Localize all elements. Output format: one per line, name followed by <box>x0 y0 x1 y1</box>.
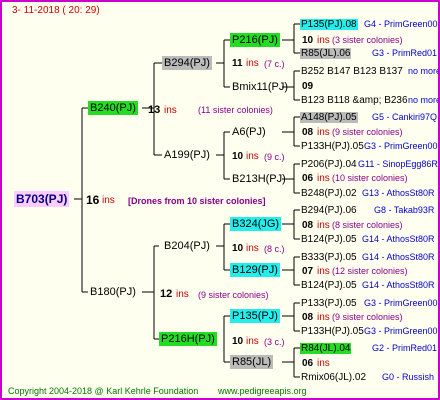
gen2-ins-label-0: ins <box>246 58 259 69</box>
gen4-bot-id-7: Rmix06(JL).02 <box>301 372 367 383</box>
gen4-top-info-7: G2 - PrimRed01 <box>372 343 438 353</box>
gen2-queen-0[interactable]: B294(PJ) <box>162 56 212 70</box>
gen1-ins-count-0: 13 <box>148 104 161 116</box>
gen4-top-id-4: B294(PJ).06 <box>301 205 357 216</box>
gen4-top-info-5: G14 - AthosSt80R <box>362 252 435 262</box>
gen4-ins-label-0: ins <box>317 35 330 46</box>
root-ins-label: ins <box>102 195 115 206</box>
gen2-note-0: (7 c.) <box>264 59 285 69</box>
gen4-ins-label-3: ins <box>317 173 330 184</box>
gen4-note-6: (9 sister colonies) <box>332 312 403 322</box>
gen4-bot-id-2: P133H(PJ).05 <box>301 141 364 152</box>
gen4-ins-count-3: 06 <box>302 173 314 184</box>
gen4-bot-info-3: G13 - AthosSt80R <box>362 188 435 198</box>
gen1-note-0: (11 sister colonies) <box>198 105 273 115</box>
date-stamp: 3- 11-2018 ( 20: 29) <box>12 5 100 16</box>
pedigree-panel: 3- 11-2018 ( 20: 29) B703(PJ) 16 ins [Dr… <box>0 0 440 400</box>
footer-site-link[interactable]: www.pedigreeapis.org <box>218 386 307 397</box>
gen4-note-0: (3 sister colonies) <box>332 35 403 45</box>
gen4-top-info-4: G8 - Takab93R <box>374 205 435 215</box>
gen4-bot-info-2: G3 - PrimGreen00 <box>364 141 438 151</box>
gen4-note-4: (8 sister colonies) <box>332 220 403 230</box>
gen4-top-id-7[interactable]: R84(JL).04 <box>300 343 352 354</box>
gen4-top-id-6: P133(PJ).05 <box>301 298 357 309</box>
gen4-bot-info-7: G0 - Russish <box>382 372 435 382</box>
gen4-ins-label-2: ins <box>317 127 330 138</box>
gen1-note-1: (9 sister colonies) <box>198 290 269 300</box>
gen3-queen-0[interactable]: P216(PJ) <box>230 33 280 47</box>
gen3-queen-6[interactable]: P135(PJ) <box>230 309 280 323</box>
gen4-bot-id-6: P133H(PJ).05 <box>301 326 364 337</box>
gen4-ins-count-6: 08 <box>302 312 314 323</box>
gen2-note-2: (8 c.) <box>264 244 285 254</box>
gen4-ins-count-1: 09 <box>302 81 314 92</box>
gen4-ins-label-7: ins <box>317 358 330 369</box>
gen4-ins-count-7: 06 <box>302 358 314 369</box>
gen2-queen-2[interactable]: B204(PJ) <box>162 239 212 253</box>
gen4-bot-id-0[interactable]: R85(JL).06 <box>300 48 352 59</box>
gen1-ins-label-1: ins <box>176 289 189 300</box>
gen1-ins-label-0: ins <box>164 105 177 116</box>
gen3-queen-2[interactable]: A6(PJ) <box>230 125 268 139</box>
gen4-ins-count-0: 10 <box>302 35 314 46</box>
gen1-ins-count-1: 12 <box>160 288 173 300</box>
gen4-ins-label-5: ins <box>317 266 330 277</box>
gen2-ins-count-3: 10 <box>232 336 244 347</box>
gen2-note-3: (3 c.) <box>264 337 285 347</box>
gen4-ins-count-2: 08 <box>302 127 314 138</box>
gen4-top-id-3: P206(PJ).04 <box>301 159 357 170</box>
gen4-note-5: (12 sister colonies) <box>332 266 408 276</box>
gen2-note-1: (9 c.) <box>264 152 285 162</box>
gen4-bot-info-0: G3 - PrimRed01 <box>372 48 438 58</box>
gen3-queen-4[interactable]: B324(JG) <box>230 217 282 231</box>
gen2-queen-3[interactable]: P216H(PJ) <box>159 332 217 346</box>
gen4-bot-info-1: no more <box>408 95 440 105</box>
gen4-top-id-2[interactable]: A148(PJ).05 <box>300 112 358 123</box>
gen2-ins-count-1: 10 <box>232 151 244 162</box>
gen2-ins-label-1: ins <box>246 151 259 162</box>
gen2-ins-count-0: 11 <box>232 58 243 69</box>
gen3-queen-7[interactable]: R85(JL) <box>230 355 274 369</box>
gen3-queen-3[interactable]: B213H(PJ) <box>230 172 288 186</box>
gen4-bot-id-5: B124(PJ).05 <box>301 280 357 291</box>
gen4-top-id-0[interactable]: P135(PJ).08 <box>300 19 358 30</box>
gen4-top-info-0: G4 - PrimGreen00 <box>364 19 438 29</box>
gen4-top-info-2: G5 - Cankiri97Q <box>372 112 438 122</box>
gen2-ins-label-3: ins <box>246 336 259 347</box>
gen4-top-info-6: G3 - PrimGreen00 <box>364 298 438 308</box>
root-drone-note: [Drones from 10 sister colonies] <box>128 196 266 206</box>
gen4-bot-info-4: G14 - AthosSt80R <box>362 234 435 244</box>
gen2-ins-label-2: ins <box>246 243 259 254</box>
gen3-queen-5[interactable]: B129(PJ) <box>230 263 280 277</box>
gen4-ins-count-5: 07 <box>302 266 314 277</box>
gen4-top-id-1: B252 B147 B123 B137 <box>301 66 403 77</box>
root-queen-id[interactable]: B703(PJ) <box>14 191 70 207</box>
gen4-top-info-1: no more <box>408 66 440 76</box>
gen4-bot-info-6: G3 - PrimGreen00 <box>364 326 438 336</box>
gen3-queen-1[interactable]: Bmix11(PJ) <box>230 80 290 94</box>
gen2-queen-1[interactable]: A199(PJ) <box>162 148 212 162</box>
gen4-ins-count-4: 08 <box>302 220 314 231</box>
gen4-ins-label-6: ins <box>317 312 330 323</box>
gen4-note-3: (10 sister colonies) <box>332 173 408 183</box>
gen1-queen-0[interactable]: B240(PJ) <box>88 101 138 115</box>
gen4-top-id-5: B333(PJ).05 <box>301 252 357 263</box>
footer-copyright: Copyright 2004-2018 @ Karl Kehrle Founda… <box>8 386 199 396</box>
gen2-ins-count-2: 10 <box>232 243 244 254</box>
gen1-queen-1[interactable]: B180(PJ) <box>88 285 138 299</box>
root-ins-count: 16 <box>86 193 100 207</box>
gen4-top-info-3: G11 - SinopEgg86R <box>358 159 438 169</box>
gen4-bot-id-3: B248(PJ).02 <box>301 188 357 199</box>
gen4-note-2: (9 sister colonies) <box>332 127 403 137</box>
gen4-ins-label-4: ins <box>317 220 330 231</box>
gen4-bot-id-1: B123 B118 &amp; B236 <box>301 95 408 106</box>
gen4-bot-id-4: B124(PJ).05 <box>301 234 357 245</box>
gen4-bot-info-5: G14 - AthosSt80R <box>362 280 435 290</box>
